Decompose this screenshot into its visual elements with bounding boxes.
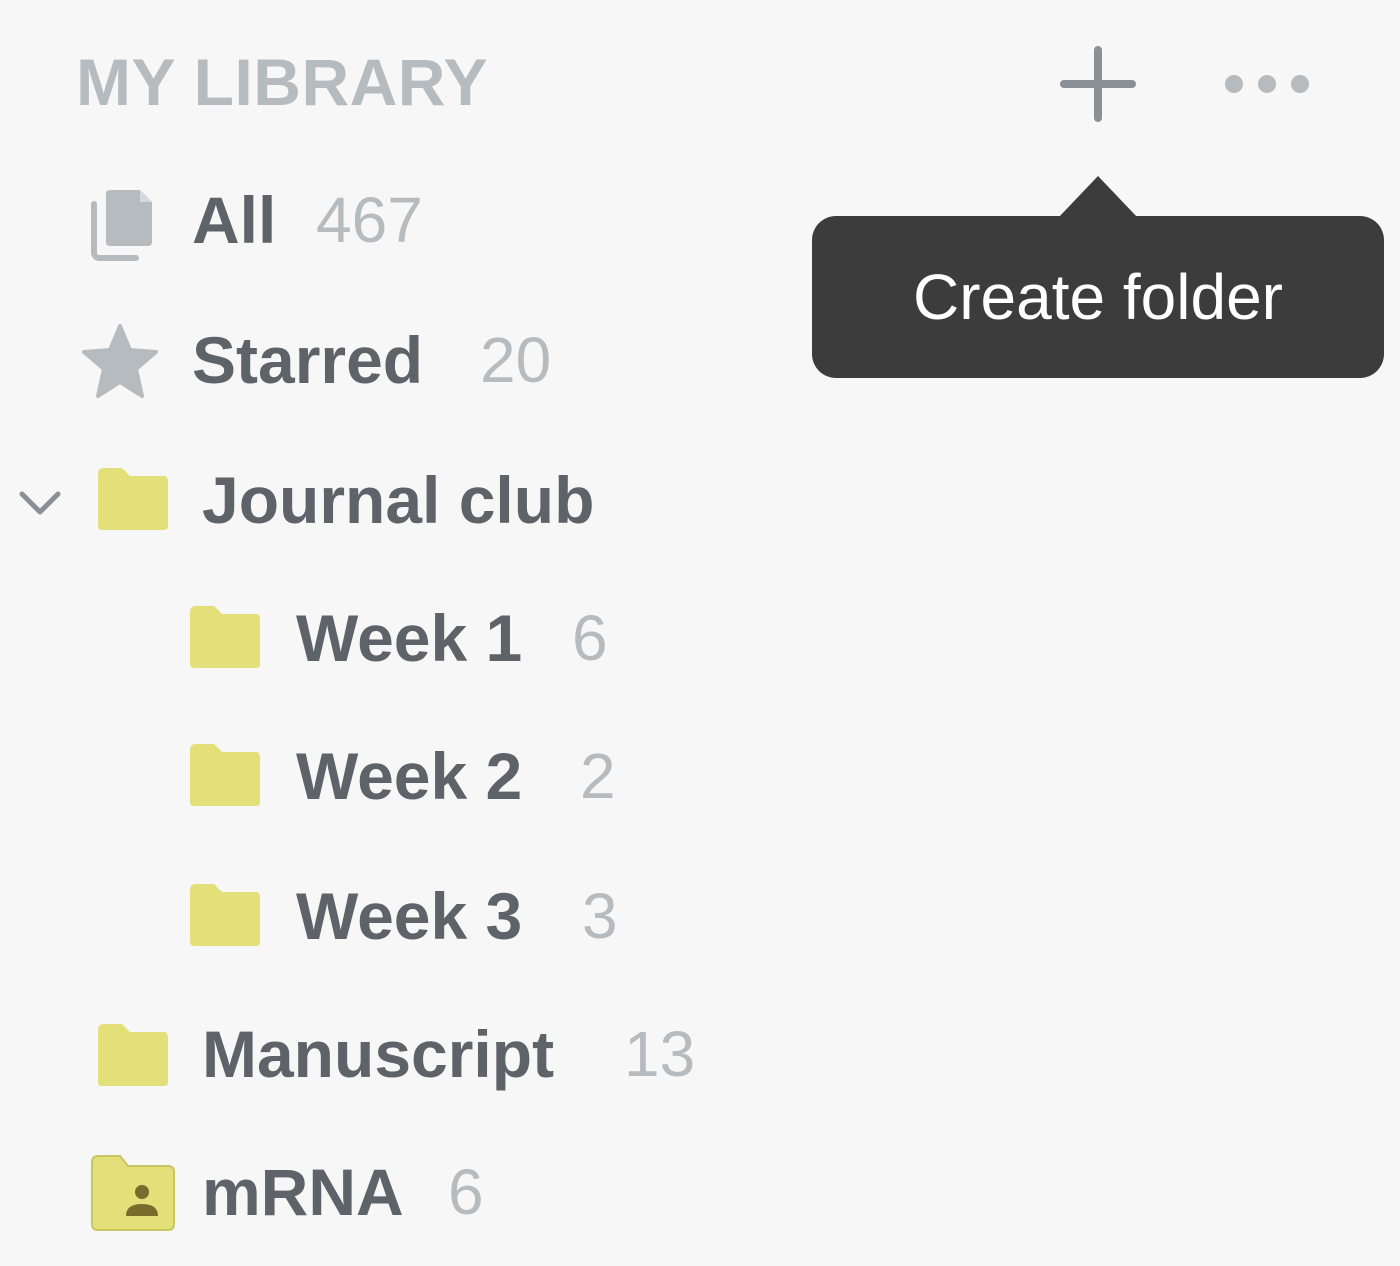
item-label: Journal club bbox=[202, 463, 595, 537]
chevron-down-icon[interactable] bbox=[14, 476, 66, 528]
item-label: Week 1 bbox=[296, 601, 523, 675]
item-label: Manuscript bbox=[202, 1017, 555, 1091]
section-title: MY LIBRARY bbox=[76, 45, 489, 119]
folder-icon bbox=[186, 742, 262, 808]
create-folder-tooltip: Create folder bbox=[812, 216, 1384, 378]
item-label: mRNA bbox=[202, 1155, 404, 1229]
folder-item-mrna[interactable]: mRNA 6 bbox=[0, 1142, 800, 1242]
folder-icon bbox=[186, 882, 262, 948]
item-count: 467 bbox=[316, 184, 423, 256]
folder-icon bbox=[94, 1022, 170, 1088]
folder-item-manuscript[interactable]: Manuscript 13 bbox=[0, 1004, 800, 1104]
plus-icon bbox=[1060, 46, 1136, 122]
item-label: Week 3 bbox=[296, 879, 523, 953]
item-label: Week 2 bbox=[296, 739, 523, 813]
ellipsis-icon bbox=[1225, 75, 1309, 93]
library-item-starred[interactable]: Starred 20 bbox=[0, 310, 800, 410]
item-count: 20 bbox=[480, 324, 552, 396]
item-count: 3 bbox=[582, 880, 618, 952]
item-label: All bbox=[192, 183, 277, 257]
item-count: 6 bbox=[572, 602, 608, 674]
shared-folder-icon bbox=[88, 1154, 178, 1232]
library-item-all[interactable]: All 467 bbox=[0, 170, 800, 270]
item-label: Starred bbox=[192, 323, 424, 397]
folder-icon bbox=[94, 466, 170, 532]
more-options-button[interactable] bbox=[1222, 56, 1312, 112]
folder-icon bbox=[186, 604, 262, 670]
folder-item-journal-club[interactable]: Journal club bbox=[0, 450, 800, 550]
create-folder-button[interactable] bbox=[1056, 42, 1140, 126]
item-count: 13 bbox=[624, 1018, 696, 1090]
library-sidebar: MY LIBRARY Create folder All 467 Starred… bbox=[0, 0, 1400, 1266]
item-count: 2 bbox=[580, 740, 616, 812]
star-icon bbox=[80, 322, 160, 400]
tooltip-arrow bbox=[1058, 176, 1138, 218]
tooltip-text: Create folder bbox=[913, 261, 1283, 333]
folder-item-week-3[interactable]: Week 3 3 bbox=[0, 866, 800, 966]
item-count: 6 bbox=[448, 1156, 484, 1228]
folder-item-week-2[interactable]: Week 2 2 bbox=[0, 726, 800, 826]
documents-icon bbox=[86, 186, 156, 262]
folder-item-week-1[interactable]: Week 1 6 bbox=[0, 588, 800, 688]
